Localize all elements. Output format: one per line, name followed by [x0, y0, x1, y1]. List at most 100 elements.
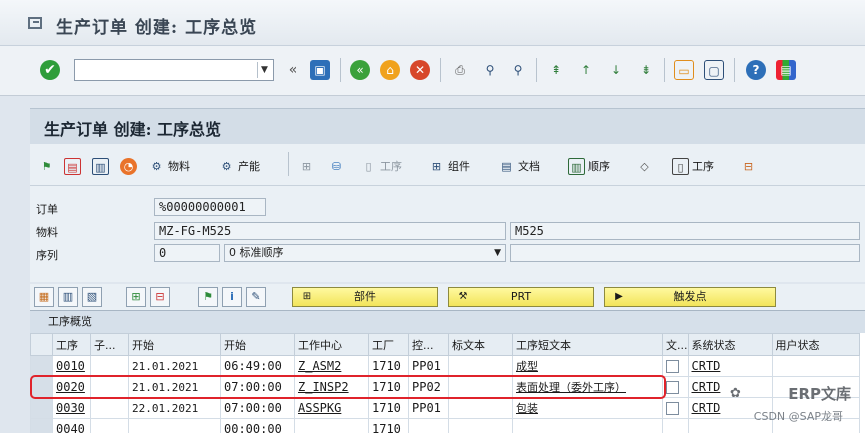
- column-header[interactable]: 文...: [662, 333, 689, 356]
- select-all-button[interactable]: ▦: [34, 287, 54, 307]
- insert-row-button[interactable]: ⊞: [126, 287, 146, 307]
- order-field[interactable]: %00000000001: [154, 198, 266, 216]
- long-text-checkbox-cell[interactable]: [662, 355, 689, 377]
- column-header[interactable]: 工厂: [368, 333, 409, 356]
- column-header[interactable]: 子...: [90, 333, 129, 356]
- sub-operation[interactable]: [90, 397, 129, 419]
- back-icon[interactable]: «: [350, 60, 370, 80]
- status-button[interactable]: ▤: [64, 156, 81, 176]
- operation-button[interactable]: ▯ 工序: [672, 156, 714, 176]
- delete-row-button[interactable]: ⊟: [150, 287, 170, 307]
- start-date[interactable]: 22.01.2021: [128, 397, 221, 419]
- work-center[interactable]: ASSPKG: [294, 397, 369, 419]
- document-button[interactable]: ▤ 文档: [498, 156, 540, 176]
- work-center[interactable]: Z_ASM2: [294, 355, 369, 377]
- start-time[interactable]: 00:00:00: [220, 418, 295, 433]
- edit-button[interactable]: ✎: [246, 287, 266, 307]
- first-page-icon[interactable]: ⇞: [546, 60, 566, 80]
- start-date[interactable]: 21.01.2021: [128, 355, 221, 377]
- shortcut-icon[interactable]: ▢: [704, 60, 724, 80]
- start-time[interactable]: 07:00:00: [220, 397, 295, 419]
- user-status[interactable]: [771, 355, 860, 377]
- costs-button[interactable]: ◔: [120, 156, 137, 176]
- column-header[interactable]: 控...: [408, 333, 449, 356]
- operation-disabled-button[interactable]: ▯ 工序: [360, 156, 402, 176]
- layout-icon[interactable]: ▤: [776, 60, 796, 80]
- column-header[interactable]: 工作中心: [294, 333, 369, 356]
- cancel-icon[interactable]: ✕: [410, 60, 430, 80]
- hierarchy-button[interactable]: ⊞: [298, 156, 315, 176]
- collapse-command-icon[interactable]: «: [283, 60, 303, 80]
- plant[interactable]: 1710: [368, 397, 409, 419]
- operation-short-text[interactable]: 包装: [512, 397, 663, 419]
- row-selector[interactable]: [30, 418, 53, 433]
- standard-text-key[interactable]: [448, 397, 513, 419]
- ok-icon[interactable]: ✔: [40, 60, 60, 80]
- row-selector[interactable]: [30, 355, 53, 377]
- table-button[interactable]: ▥: [92, 156, 109, 176]
- trigger-points-tab-button[interactable]: ▶ 触发点: [604, 287, 776, 307]
- capacity-button[interactable]: ⚙ 产能: [218, 156, 260, 176]
- column-header[interactable]: 系统状态: [687, 333, 773, 356]
- find-icon[interactable]: ⚲: [480, 60, 500, 80]
- deselect-button[interactable]: ▧: [82, 287, 102, 307]
- row-selector[interactable]: [30, 397, 53, 419]
- column-header[interactable]: 用户状态: [771, 333, 860, 356]
- components-tab-button[interactable]: ⊞ 部件: [292, 287, 438, 307]
- standard-text-key[interactable]: [448, 355, 513, 377]
- standard-text-key[interactable]: [448, 418, 513, 433]
- header-flag-button[interactable]: ⚑: [38, 156, 55, 176]
- network-button[interactable]: ⊟: [740, 156, 757, 176]
- sequence-field[interactable]: 0: [154, 244, 220, 262]
- sub-operation[interactable]: [90, 355, 129, 377]
- control-key[interactable]: PP01: [408, 355, 449, 377]
- database-button[interactable]: ⛁: [328, 156, 345, 176]
- new-session-icon[interactable]: ▭: [674, 60, 694, 80]
- operation-number[interactable]: 0010: [52, 355, 91, 377]
- system-status[interactable]: CRTD: [687, 355, 773, 377]
- long-text-checkbox-cell[interactable]: [662, 397, 689, 419]
- command-history-dropdown-icon[interactable]: ▼: [257, 62, 271, 78]
- column-header[interactable]: 开始: [128, 333, 221, 356]
- sub-operation[interactable]: [90, 418, 129, 433]
- command-field[interactable]: ▼: [74, 59, 274, 81]
- column-header[interactable]: 开始: [220, 333, 295, 356]
- operation-short-text[interactable]: 成型: [512, 355, 663, 377]
- long-text-checkbox[interactable]: [666, 360, 679, 373]
- exit-icon[interactable]: ⌂: [380, 60, 400, 80]
- operation-number[interactable]: 0030: [52, 397, 91, 419]
- long-text-checkbox-cell[interactable]: [662, 418, 689, 433]
- prt-tab-button[interactable]: ⚒ PRT: [448, 287, 594, 307]
- print-icon[interactable]: ⎙: [450, 60, 470, 80]
- last-page-icon[interactable]: ⇟: [636, 60, 656, 80]
- material-button[interactable]: ⚙ 物料: [148, 156, 190, 176]
- flag-button[interactable]: ⚑: [198, 287, 218, 307]
- prev-page-icon[interactable]: ↑: [576, 60, 596, 80]
- control-key[interactable]: [408, 418, 449, 433]
- material-field[interactable]: MZ-FG-M525: [154, 222, 506, 240]
- next-page-icon[interactable]: ↓: [606, 60, 626, 80]
- column-header[interactable]: 工序: [52, 333, 91, 356]
- sequence-type-select[interactable]: 0 标准顺序 ▼: [224, 244, 506, 262]
- help-icon[interactable]: ?: [746, 60, 766, 80]
- plant[interactable]: 1710: [368, 355, 409, 377]
- save-icon[interactable]: ▣: [310, 60, 330, 80]
- sequence-button[interactable]: ▥ 顺序: [568, 156, 610, 176]
- package-button[interactable]: ◇: [636, 156, 653, 176]
- start-time[interactable]: 06:49:00: [220, 355, 295, 377]
- info-button[interactable]: i: [222, 287, 242, 307]
- long-text-checkbox-cell[interactable]: [662, 376, 689, 398]
- control-key[interactable]: PP01: [408, 397, 449, 419]
- long-text-checkbox[interactable]: [666, 402, 679, 415]
- component-button[interactable]: ⊞ 组件: [428, 156, 470, 176]
- column-header[interactable]: 工序短文本: [512, 333, 663, 356]
- find-next-icon[interactable]: ⚲: [508, 60, 528, 80]
- column-header[interactable]: 标文本: [448, 333, 513, 356]
- chevron-down-icon[interactable]: ▼: [494, 245, 501, 261]
- long-text-checkbox[interactable]: [666, 381, 679, 394]
- operation-number[interactable]: 0040: [52, 418, 91, 433]
- window-menu-icon[interactable]: [28, 17, 42, 29]
- work-center[interactable]: [294, 418, 369, 433]
- start-date[interactable]: [128, 418, 221, 433]
- row-selector-header[interactable]: [30, 333, 53, 356]
